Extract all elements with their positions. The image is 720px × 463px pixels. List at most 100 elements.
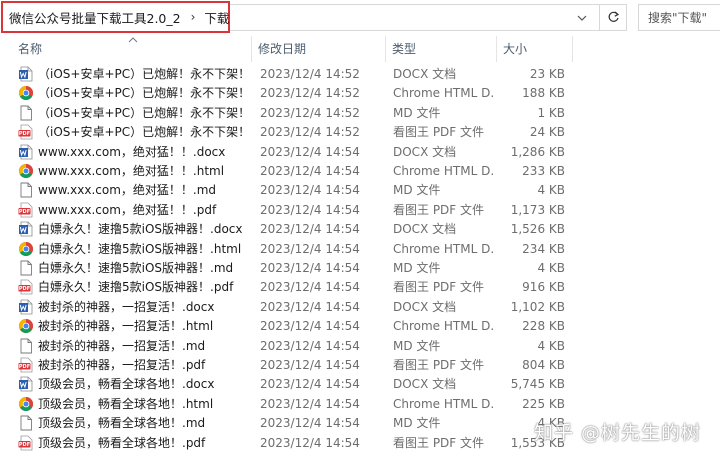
file-modified-date: 2023/12/4 14:54 <box>260 338 360 353</box>
file-row[interactable]: 顶级会员，畅看全球各地！.docx 2023/12/4 14:54 DOCX 文档 5… <box>0 374 720 393</box>
text-file-icon <box>18 260 34 276</box>
file-type: 看图王 PDF 文件 <box>393 280 485 295</box>
file-name: www.xxx.com，绝对猛！！.md <box>38 183 217 198</box>
file-name: （iOS+安卓+PC）已炮解！永不下架！.... <box>38 125 250 140</box>
file-row[interactable]: www.xxx.com，绝对猛！！.html 2023/12/4 14:54 Chr… <box>0 161 720 180</box>
file-type: MD 文件 <box>393 261 441 275</box>
file-type: Chrome HTML D... <box>393 86 495 101</box>
file-type: MD 文件 <box>393 338 441 353</box>
file-row[interactable]: （iOS+安卓+PC）已炮解！永不下架！.... 2023/12/4 14:52 C… <box>0 83 720 102</box>
column-header-name-label: 名称 <box>18 42 43 56</box>
word-doc-icon <box>18 66 34 82</box>
file-name: www.xxx.com，绝对猛！！.docx <box>38 144 226 159</box>
file-type: DOCX 文档 <box>393 144 457 159</box>
file-row[interactable]: PDF 白嫖永久！速撸5款iOS版神器！.pdf 2023/12/4 14:54 看图… <box>0 277 720 296</box>
file-row[interactable]: （iOS+安卓+PC）已炮解！永不下架！.... 2023/12/4 14:52 D… <box>0 64 720 83</box>
file-modified-date: 2023/12/4 14:54 <box>260 183 360 198</box>
search-input[interactable]: 搜索"下载" <box>638 4 720 31</box>
file-size: 1,102 KB <box>510 299 565 314</box>
file-row[interactable]: 白嫖永久！速撸5款iOS版神器！.html 2023/12/4 14:54 Chro… <box>0 239 720 258</box>
file-row[interactable]: 白嫖永久！速撸5款iOS版神器！.docx 2023/12/4 14:54 DOCX… <box>0 219 720 238</box>
file-name: （iOS+安卓+PC）已炮解！永不下架！.... <box>38 105 250 120</box>
text-file-icon <box>18 105 34 121</box>
file-name: （iOS+安卓+PC）已炮解！永不下架！.... <box>38 86 250 101</box>
file-size: 1,286 KB <box>510 144 565 159</box>
breadcrumb-current-folder[interactable]: 下载 <box>204 8 229 27</box>
watermark: 知乎 @树先生的树 <box>534 422 702 444</box>
file-modified-date: 2023/12/4 14:54 <box>260 261 360 275</box>
svg-text:PDF: PDF <box>19 364 30 370</box>
file-name: 被封杀的神器，一招复活！.md <box>38 338 206 353</box>
chrome-icon <box>18 163 34 179</box>
file-row[interactable]: www.xxx.com，绝对猛！！.docx 2023/12/4 14:54 DOC… <box>0 142 720 161</box>
column-header-type[interactable]: 类型 <box>386 36 497 62</box>
file-modified-date: 2023/12/4 14:54 <box>260 435 360 450</box>
file-size: 4 KB <box>537 183 565 198</box>
file-type: Chrome HTML D... <box>393 319 495 334</box>
column-header-type-label: 类型 <box>392 42 417 56</box>
file-modified-date: 2023/12/4 14:54 <box>260 396 360 411</box>
breadcrumb[interactable]: 微信公众号批量下载工具2.0_2 › 下载 <box>1 1 230 33</box>
file-size: 1 KB <box>537 105 565 120</box>
address-history-button[interactable] <box>566 4 598 31</box>
file-size: 23 KB <box>529 67 565 81</box>
file-row[interactable]: www.xxx.com，绝对猛！！.md 2023/12/4 14:54 MD 文件… <box>0 180 720 199</box>
file-size: 1,173 KB <box>510 202 565 217</box>
address-field[interactable] <box>230 4 600 31</box>
file-row[interactable]: PDF www.xxx.com，绝对猛！！.pdf 2023/12/4 14:54 看… <box>0 200 720 219</box>
file-modified-date: 2023/12/4 14:54 <box>260 416 360 431</box>
file-row[interactable]: （iOS+安卓+PC）已炮解！永不下架！.... 2023/12/4 14:52 M… <box>0 103 720 122</box>
file-type: Chrome HTML D... <box>393 241 495 256</box>
file-modified-date: 2023/12/4 14:52 <box>260 86 360 101</box>
file-row[interactable]: 被封杀的神器，一招复活！.md 2023/12/4 14:54 MD 文件 4 KB <box>0 336 720 355</box>
file-name: www.xxx.com，绝对猛！！.pdf <box>38 202 217 217</box>
word-doc-icon <box>18 299 34 315</box>
file-modified-date: 2023/12/4 14:54 <box>260 299 360 314</box>
file-type: 看图王 PDF 文件 <box>393 435 485 450</box>
file-name: 顶级会员，畅看全球各地！.md <box>38 416 206 431</box>
chrome-icon <box>18 318 34 334</box>
refresh-button[interactable] <box>599 4 627 31</box>
file-name: 白嫖永久！速撸5款iOS版神器！.md <box>38 261 234 275</box>
file-size: 24 KB <box>529 125 565 140</box>
pdf-icon: PDF <box>18 357 34 373</box>
file-row[interactable]: 白嫖永久！速撸5款iOS版神器！.md 2023/12/4 14:54 MD 文件 4… <box>0 258 720 277</box>
address-bar: 微信公众号批量下载工具2.0_2 › 下载 搜索"下载" <box>0 0 720 36</box>
breadcrumb-folder[interactable]: 微信公众号批量下载工具2.0_2 <box>9 8 181 27</box>
file-type: MD 文件 <box>393 183 441 198</box>
file-row[interactable]: 被封杀的神器，一招复活！.html 2023/12/4 14:54 Chrome H… <box>0 316 720 335</box>
file-modified-date: 2023/12/4 14:54 <box>260 241 360 256</box>
column-header-size-label: 大小 <box>503 42 528 56</box>
column-header-size[interactable]: 大小 <box>497 36 573 62</box>
file-type: DOCX 文档 <box>393 67 457 81</box>
file-row[interactable]: PDF （iOS+安卓+PC）已炮解！永不下架！.... 2023/12/4 14:… <box>0 122 720 141</box>
file-name: 顶级会员，畅看全球各地！.html <box>38 396 214 411</box>
svg-text:PDF: PDF <box>19 131 30 137</box>
file-name: www.xxx.com，绝对猛！！.html <box>38 164 225 178</box>
word-doc-icon <box>18 376 34 392</box>
file-name: 被封杀的神器，一招复活！.docx <box>38 299 215 314</box>
file-row[interactable]: 被封杀的神器，一招复活！.docx 2023/12/4 14:54 DOCX 文档 1… <box>0 297 720 316</box>
file-type: MD 文件 <box>393 416 441 431</box>
word-doc-icon <box>18 221 34 237</box>
chrome-icon <box>18 396 34 412</box>
file-modified-date: 2023/12/4 14:54 <box>260 164 360 178</box>
file-size: 225 KB <box>522 396 565 411</box>
file-row[interactable]: PDF 被封杀的神器，一招复活！.pdf 2023/12/4 14:54 看图王 PD… <box>0 355 720 374</box>
file-modified-date: 2023/12/4 14:54 <box>260 144 360 159</box>
file-modified-date: 2023/12/4 14:54 <box>260 280 360 295</box>
column-header-date-label: 修改日期 <box>258 42 307 56</box>
file-size: 804 KB <box>522 358 565 372</box>
text-file-icon <box>18 415 34 431</box>
file-size: 1,526 KB <box>510 222 565 237</box>
column-header-date[interactable]: 修改日期 <box>252 36 386 62</box>
file-name: 顶级会员，畅看全球各地！.docx <box>38 377 215 392</box>
file-modified-date: 2023/12/4 14:54 <box>260 202 360 217</box>
chrome-icon <box>18 85 34 101</box>
file-name: 顶级会员，畅看全球各地！.pdf <box>38 435 206 450</box>
breadcrumb-separator-icon[interactable]: › <box>191 10 196 24</box>
file-modified-date: 2023/12/4 14:52 <box>260 67 360 81</box>
file-name: 被封杀的神器，一招复活！.html <box>38 319 214 334</box>
file-row[interactable]: 顶级会员，畅看全球各地！.html 2023/12/4 14:54 Chrome H… <box>0 394 720 413</box>
svg-text:PDF: PDF <box>19 287 30 293</box>
